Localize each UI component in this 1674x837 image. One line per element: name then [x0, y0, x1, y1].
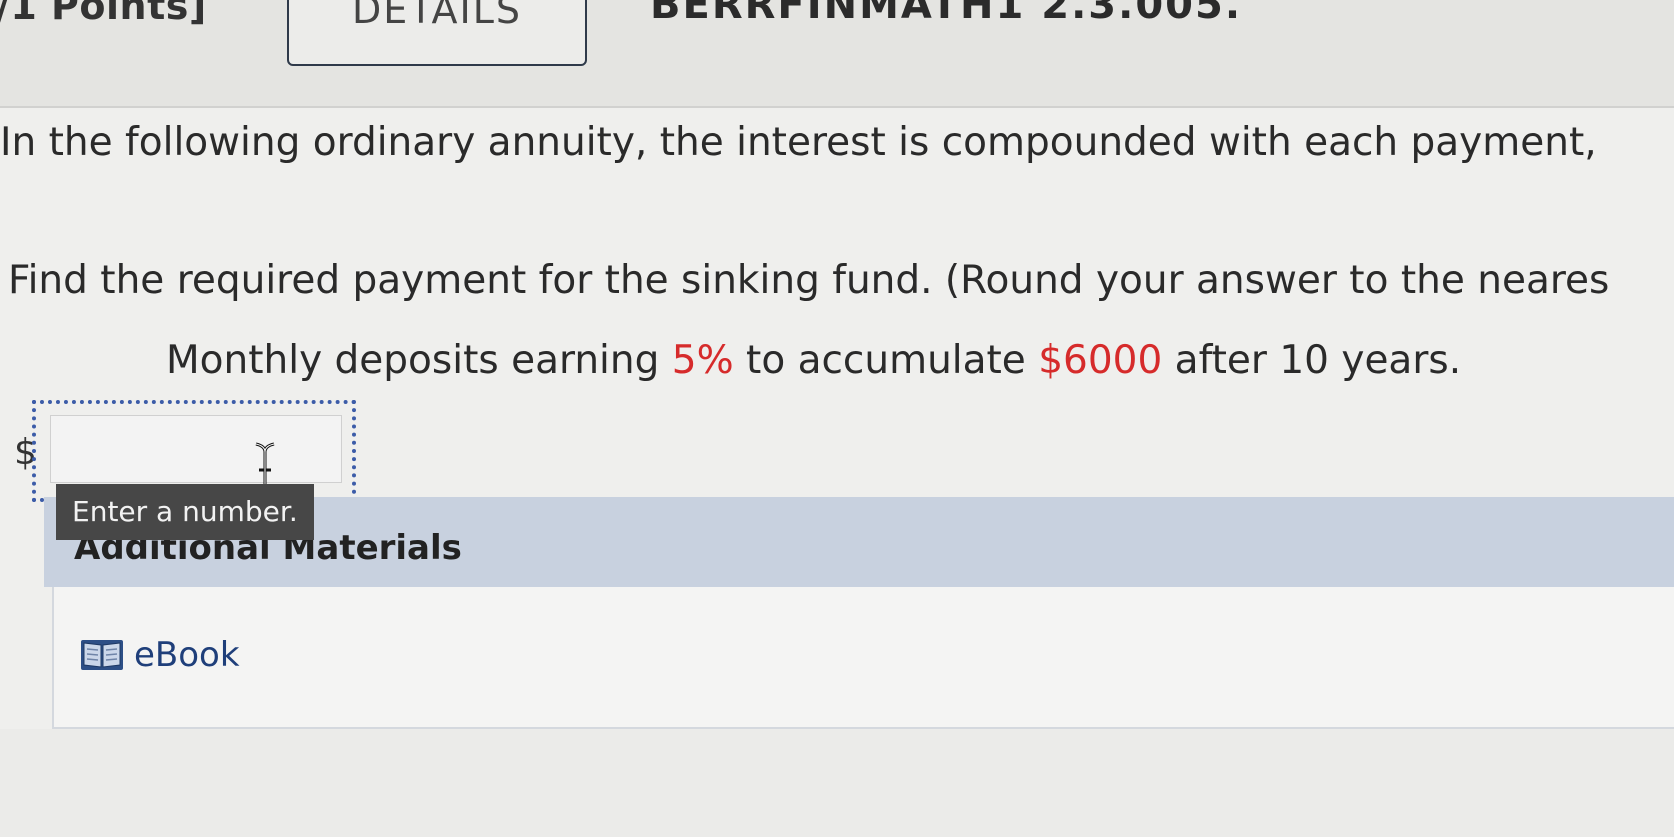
problem-text-1: Monthly deposits earning — [166, 338, 672, 383]
answer-input[interactable] — [50, 415, 342, 483]
points-label: /1 Points] — [0, 0, 207, 28]
additional-materials-panel — [52, 587, 1674, 729]
input-tooltip: Enter a number. — [56, 484, 314, 540]
question-id: BERRFINMATH1 2.3.005. — [650, 0, 1243, 28]
target-amount: $6000 — [1038, 338, 1163, 383]
question-intro: In the following ordinary annuity, the i… — [0, 120, 1597, 165]
ebook-link[interactable]: eBook — [80, 632, 240, 678]
book-icon — [81, 640, 123, 670]
problem-statement: Monthly deposits earning 5% to accumulat… — [166, 338, 1461, 383]
problem-text-2: to accumulate — [733, 338, 1039, 383]
ebook-label: eBook — [134, 635, 240, 675]
interest-rate: 5% — [671, 338, 734, 383]
details-button[interactable]: DETAILS — [287, 0, 587, 66]
page-background-bottom — [0, 729, 1674, 837]
details-button-label: DETAILS — [351, 0, 523, 32]
question-instruction: Find the required payment for the sinkin… — [8, 258, 1610, 303]
problem-text-3: after 10 years. — [1162, 338, 1462, 383]
question-header: /1 Points] DETAILS BERRFINMATH1 2.3.005. — [0, 0, 1674, 108]
